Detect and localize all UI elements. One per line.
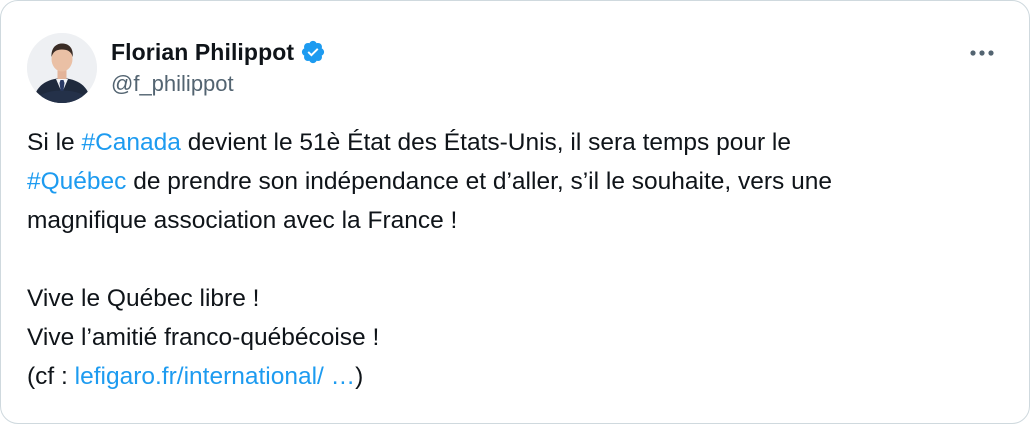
article-link[interactable]: lefigaro.fr/international/ …	[75, 363, 356, 390]
tweet-line-5: Vive le Québec libre !	[27, 285, 260, 312]
handle[interactable]: @f_philippot	[111, 71, 326, 97]
profile-photo	[27, 33, 97, 103]
tweet-card: Florian Philippot @f_philippot Si le #Ca…	[0, 0, 1030, 424]
tweet-header: Florian Philippot @f_philippot	[27, 33, 999, 105]
text-segment: )	[355, 363, 364, 390]
text-segment: de prendre son indépendance et d’aller, …	[126, 168, 832, 195]
tweet-line-1: Si le #Canada devient le 51è État des Ét…	[27, 123, 989, 162]
text-segment: Si le	[27, 129, 82, 156]
display-name[interactable]: Florian Philippot	[111, 39, 294, 66]
text-segment: devient le 51è État des États-Unis, il s…	[180, 129, 792, 156]
tweet-line-7: (cf : lefigaro.fr/international/ …)	[27, 357, 989, 396]
tweet-text: Si le #Canada devient le 51è État des Ét…	[27, 123, 989, 396]
more-options-icon	[970, 50, 994, 56]
tweet-line-6: Vive l’amitié franco-québécoise !	[27, 324, 380, 351]
avatar[interactable]	[27, 33, 97, 103]
hashtag-quebec[interactable]: #Québec	[27, 168, 126, 195]
tweet-line-3: magnifique association avec la France !	[27, 207, 458, 234]
more-options-button[interactable]	[965, 41, 999, 65]
author-block: Florian Philippot @f_philippot	[111, 37, 326, 97]
hashtag-canada[interactable]: #Canada	[81, 129, 180, 156]
tweet-line-2: #Québec de prendre son indépendance et d…	[27, 162, 989, 201]
name-row: Florian Philippot	[111, 37, 326, 67]
text-segment: (cf :	[27, 363, 75, 390]
verified-badge-icon[interactable]	[300, 39, 326, 65]
